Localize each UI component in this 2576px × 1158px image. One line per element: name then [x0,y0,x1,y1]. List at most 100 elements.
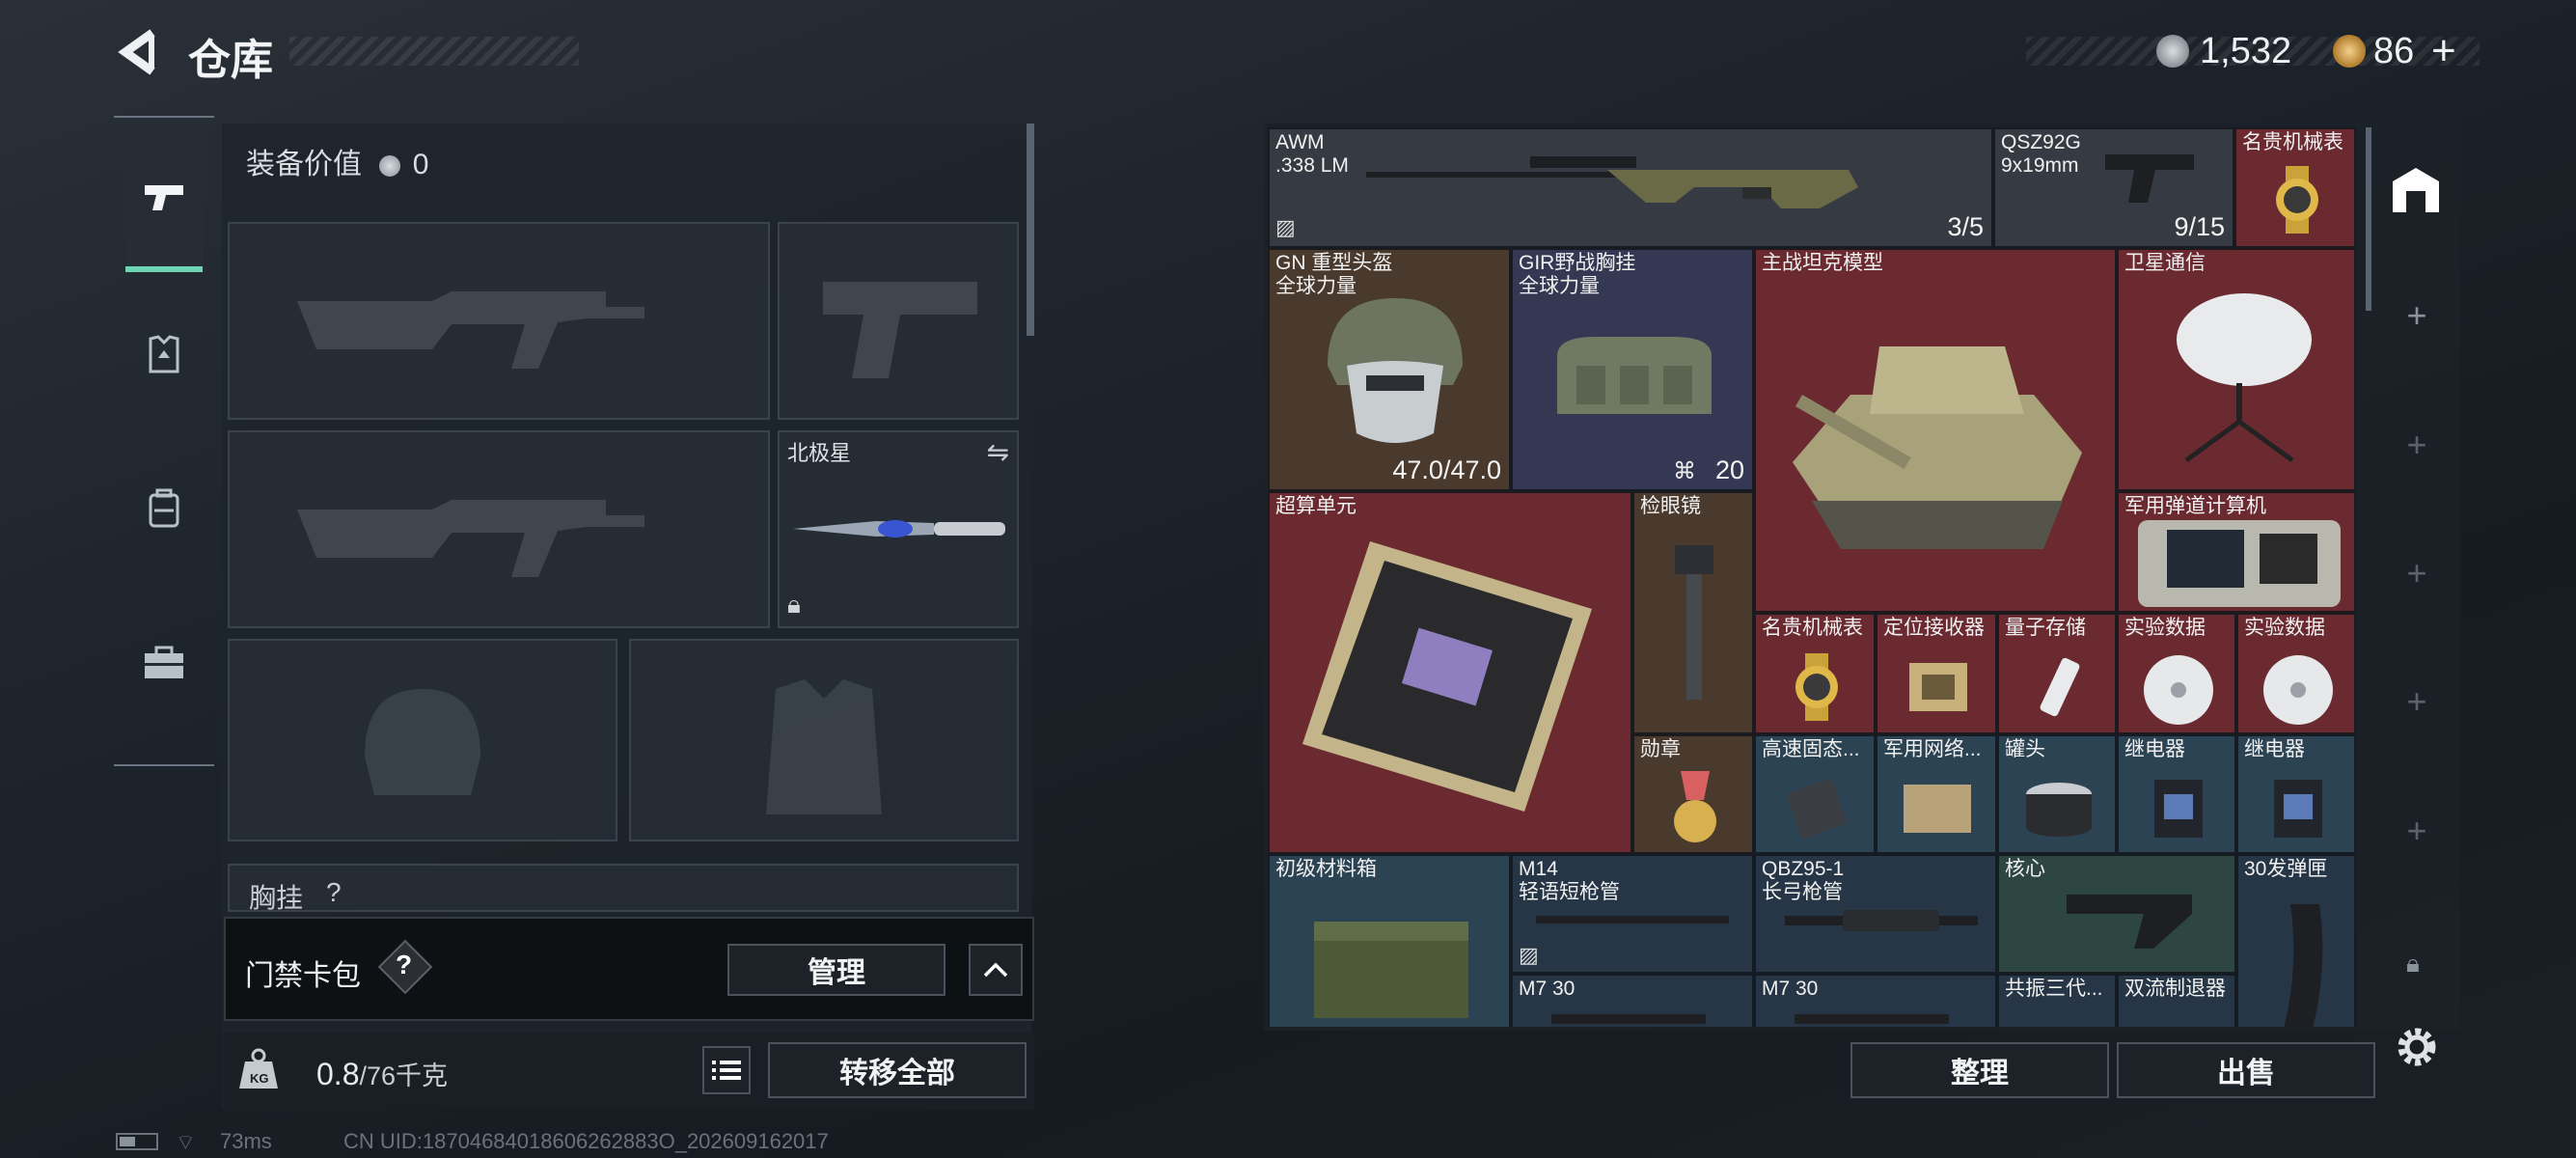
loadout-scrollbar[interactable] [1027,124,1034,336]
item-m7-b[interactable]: M7 30 [1754,974,1997,1027]
item-quantum-storage[interactable]: 量子存储 [1997,613,2117,734]
crate-icon [1314,922,1468,1018]
durability: 47.0/47.0 [1392,455,1501,484]
item-material-box[interactable]: 初级材料箱 [1268,854,1511,1027]
sell-button[interactable]: 出售 [2117,1042,2375,1098]
capacity-icon: ⌘ [1673,458,1696,484]
item-gps-receiver[interactable]: 定位接收器 [1876,613,1997,734]
add-page-button[interactable]: + [2371,681,2462,722]
item-qsz92g[interactable]: QSZ92G 9x19mm 9/15 [1993,127,2234,248]
helmet-icon [1328,298,1463,443]
tab-armor[interactable] [125,282,203,427]
svg-text:KG: KG [250,1071,269,1086]
back-button[interactable] [114,27,164,77]
item-experiment-data-2[interactable]: 实验数据 [2236,613,2356,734]
item-muzzle-brake[interactable]: 双流制退器 [2117,974,2236,1027]
item-name: 核心 [2005,858,2045,880]
item-ballistic-computer[interactable]: 军用弹道计算机 [2117,491,2356,613]
item-m7-a[interactable]: M7 30 [1511,974,1754,1027]
magazine-icon [2284,904,2323,1027]
item-m14-barrel[interactable]: M14 轻语短枪管 ▨ [1511,854,1754,974]
item-name: 检眼镜 [1640,495,1701,517]
swap-icon[interactable]: ⇋ [987,436,1009,468]
battery-icon [116,1133,158,1150]
melee-slot[interactable]: 北极星 ⇋ 🔒︎ [778,430,1019,628]
sidearm-slot[interactable] [778,222,1019,420]
keycard-label: 门禁卡包 [245,960,361,992]
item-30rd-mag[interactable]: 30发弹匣 [2236,854,2356,1027]
item-resonance[interactable]: 共振三代... [1997,974,2117,1027]
add-page-button[interactable]: + [2371,553,2462,593]
helmet-slot[interactable] [228,639,617,841]
item-name: 军用网络... [1883,738,1982,760]
expand-button[interactable] [969,944,1023,996]
item-name: 量子存储 [2005,617,2086,639]
item-relay-2[interactable]: 继电器 [2236,734,2356,854]
chest-rig-header[interactable]: 胸挂 ? [228,864,1019,912]
lock-icon: 🔒︎ [787,590,801,619]
barrel-icon [1551,1014,1706,1024]
uid-text: CN UID:18704684018606262883O_20260916201… [343,1129,829,1153]
storage-page-rail: + + + + + 🔒︎ [2371,124,2462,1031]
page-title: 仓库 [188,37,273,84]
item-gn-helmet[interactable]: GN 重型头盔 全球力量 47.0/47.0 [1268,248,1511,491]
item-medal[interactable]: 勋章 [1632,734,1754,854]
tab-weapons[interactable] [125,127,203,272]
item-relay-1[interactable]: 继电器 [2117,734,2236,854]
primary-weapon-slot[interactable] [228,222,770,420]
add-page-button[interactable]: + [2371,811,2462,851]
melee-name: 北极星 [787,441,852,465]
item-awm[interactable]: AWM .338 LM ▨ 3/5 [1268,127,1993,248]
list-view-button[interactable] [702,1046,751,1094]
item-name: 勋章 [1640,738,1681,760]
chest-rig-icon [1557,337,1712,414]
add-currency-button[interactable]: + [2431,27,2456,75]
transfer-all-button[interactable]: 转移全部 [768,1042,1027,1098]
silver-coin-icon [379,155,401,178]
settings-button[interactable] [2393,1023,2441,1071]
chest-rig-help: ? [326,877,342,907]
add-page-button[interactable]: + [2371,295,2462,336]
tab-case[interactable] [125,591,203,735]
add-page-button[interactable]: + [2371,425,2462,465]
no-mod-icon: ▨ [1519,943,1539,967]
sort-button[interactable]: 整理 [1850,1042,2109,1098]
item-name: QBZ95-1 长弓枪管 [1762,858,1845,903]
item-qbz-barrel[interactable]: QBZ95-1 长弓枪管 [1754,854,1997,974]
item-tank-model[interactable]: 主战坦克模型 [1754,248,2117,613]
item-ophthalmoscope[interactable]: 检眼镜 [1632,491,1754,734]
barrel-icon [1536,916,1729,924]
item-luxury-watch-2[interactable]: 名贵机械表 [1754,613,1876,734]
watch-icon [1795,653,1838,721]
armor-slot[interactable] [629,639,1019,841]
gear-icon [2398,1028,2436,1066]
secondary-weapon-slot[interactable] [228,430,770,628]
item-ssd[interactable]: 高速固态... [1754,734,1876,854]
item-name: M7 30 [1519,978,1576,1000]
watch-icon [2276,166,2318,234]
ssd-icon [1785,777,1849,841]
lock-icon: 🔒︎ [2406,949,2420,978]
item-canned-food[interactable]: 罐头 [1997,734,2117,854]
item-military-network[interactable]: 军用网络... [1876,734,1997,854]
pistol-silhouette-icon [823,282,977,378]
item-supercompute-unit[interactable]: 超算单元 [1268,491,1632,854]
equipment-value: 装备价值 0 [246,140,428,182]
storage-home-button[interactable] [2389,162,2443,216]
back-arrow-icon [118,29,155,75]
manage-button[interactable]: 管理 [727,944,945,996]
item-core[interactable]: 核心 [1997,854,2236,974]
tab-backpack[interactable] [125,436,203,581]
help-icon[interactable]: ? [396,950,412,980]
disc-icon [2144,655,2213,725]
item-name: 超算单元 [1275,495,1357,517]
item-luxury-watch[interactable]: 名贵机械表 [2234,127,2356,248]
pistol-icon [145,185,183,210]
item-satcom[interactable]: 卫星通信 [2117,248,2356,491]
item-name: 主战坦克模型 [1762,252,1883,274]
item-experiment-data-1[interactable]: 实验数据 [2117,613,2236,734]
weight-max: /76千克 [359,1062,449,1090]
item-name: 继电器 [2244,738,2305,760]
vest-silhouette-icon [766,679,882,814]
item-gir-rig[interactable]: GIR野战胸挂 全球力量 ⌘ 20 [1511,248,1754,491]
